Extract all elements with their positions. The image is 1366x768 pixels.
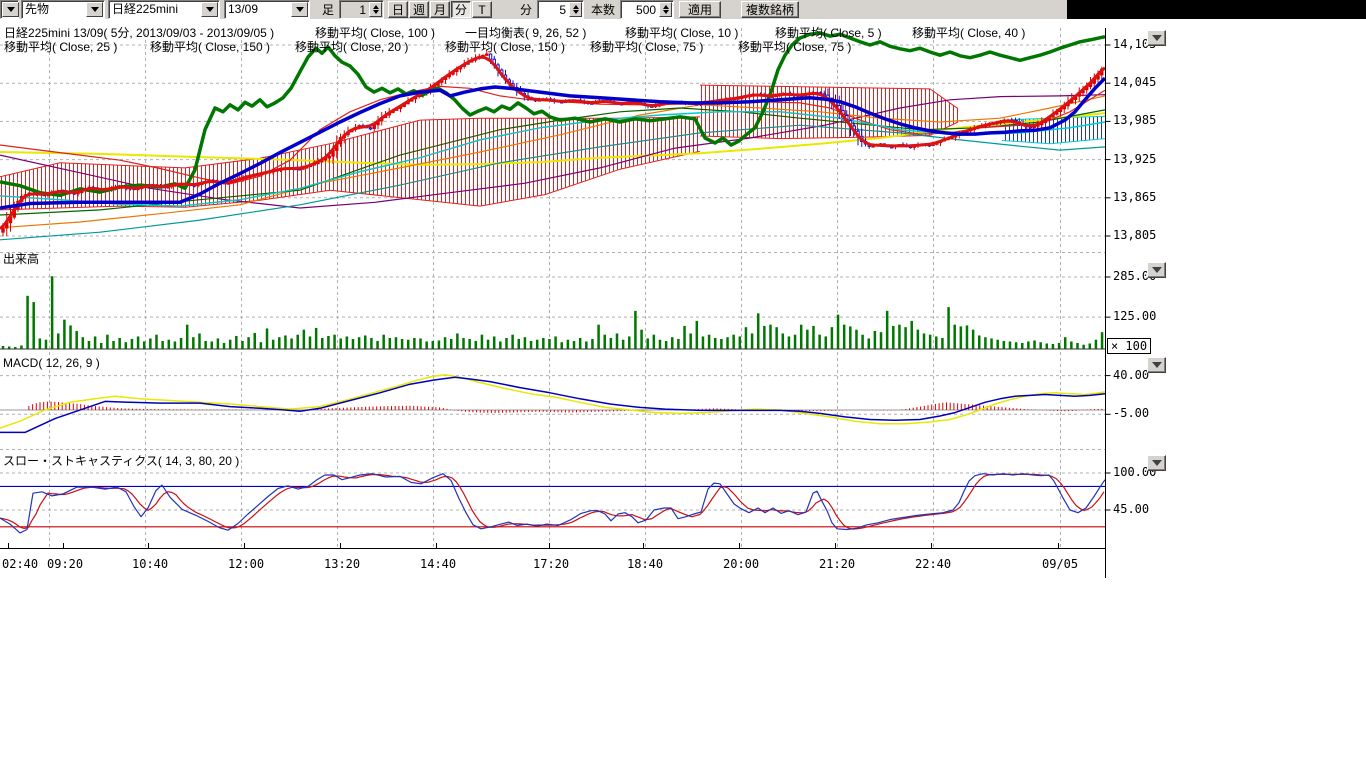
- legend-item: 移動平均( Close, 150 ): [150, 41, 270, 54]
- legend-item: 移動平均( Close, 25 ): [4, 41, 117, 54]
- period-button-T[interactable]: T: [472, 1, 492, 18]
- chevron-down-icon: [1152, 362, 1162, 368]
- chevron-down-icon: [1152, 35, 1162, 41]
- time-tick-label: 14:40: [420, 558, 456, 571]
- chevron-down-icon[interactable]: [291, 2, 308, 17]
- toolbar-background: 先物 日経225mini 13/09 足 1 日週月分T 分: [0, 0, 1366, 19]
- volume-multiplier-badge: × 100: [1107, 338, 1151, 354]
- legend-item: 移動平均( Close, 40 ): [912, 27, 1025, 40]
- minutes-value: 5: [538, 3, 568, 17]
- stoch-tick-label: 45.00: [1113, 503, 1149, 516]
- bar-interval-value: 1: [340, 3, 368, 17]
- apply-button[interactable]: 適用: [679, 1, 721, 18]
- macd-axis-menu-button[interactable]: [1147, 357, 1166, 373]
- multi-symbol-button[interactable]: 複数銘柄: [741, 1, 799, 18]
- price-axis-menu-button[interactable]: [1147, 30, 1166, 46]
- chevron-down-icon[interactable]: [86, 2, 103, 17]
- price-tick-label: 13,985: [1113, 114, 1156, 127]
- time-tick-label: 10:40: [132, 558, 168, 571]
- price-tick-label: 13,925: [1113, 153, 1156, 166]
- period-button-group: 日週月分T: [388, 1, 492, 18]
- minutes-stepper[interactable]: 5: [537, 0, 584, 19]
- macd-tick-label: 40.00: [1113, 369, 1149, 382]
- macd-tick-label: -5.00: [1113, 407, 1149, 420]
- symbol-select[interactable]: 日経225mini: [108, 0, 220, 19]
- bar-label: 足: [320, 1, 336, 18]
- minutes-label: 分: [518, 1, 534, 18]
- app-window: { "toolbar": { "pane_collapse": "▼", "ca…: [0, 0, 1366, 768]
- time-tick-label: 18:40: [627, 558, 663, 571]
- time-tick-label: 09/05: [1042, 558, 1078, 571]
- stoch-panel-title: スロー・ストキャスティクス( 14, 3, 80, 20 ): [3, 455, 239, 468]
- time-tick-label: 13:20: [324, 558, 360, 571]
- chevron-down-icon: [1152, 267, 1162, 273]
- contract-select[interactable]: 13/09: [224, 0, 310, 19]
- legend-item: 移動平均( Close, 10 ): [625, 27, 738, 40]
- spinner-arrows-icon[interactable]: [369, 2, 382, 17]
- macd-panel-title: MACD( 12, 26, 9 ): [3, 357, 100, 370]
- stoch-axis-menu-button[interactable]: [1147, 455, 1166, 471]
- count-value: 500: [621, 3, 658, 17]
- volume-panel-title: 出来高: [3, 253, 39, 266]
- count-label: 本数: [589, 1, 617, 18]
- price-tick-label: 14,045: [1113, 76, 1156, 89]
- price-tick-label: 13,865: [1113, 191, 1156, 204]
- time-tick-label: 09:20: [47, 558, 83, 571]
- legend-item: 移動平均( Close, 20 ): [295, 41, 408, 54]
- contract-value: 13/09: [225, 2, 290, 17]
- chevron-down-icon[interactable]: [2, 2, 19, 17]
- price-tick-label: 13,805: [1113, 229, 1156, 242]
- pane-collapse-button[interactable]: [0, 0, 19, 19]
- time-tick-label: 02:40: [2, 558, 38, 571]
- legend-item: 移動平均( Close, 5 ): [775, 27, 882, 40]
- time-tick-label: 12:00: [228, 558, 264, 571]
- legend-item: 一目均衡表( 9, 26, 52 ): [465, 27, 586, 40]
- time-tick-label: 20:00: [723, 558, 759, 571]
- category-select[interactable]: 先物: [21, 0, 105, 19]
- period-button-月[interactable]: 月: [430, 1, 450, 18]
- bar-interval-stepper[interactable]: 1: [339, 0, 384, 19]
- category-value: 先物: [22, 2, 85, 17]
- count-stepper[interactable]: 500: [620, 0, 674, 19]
- spinner-arrows-icon[interactable]: [569, 2, 582, 17]
- period-button-日[interactable]: 日: [388, 1, 408, 18]
- chevron-down-icon[interactable]: [201, 2, 218, 17]
- time-tick-label: 21:20: [819, 558, 855, 571]
- legend-item: 移動平均( Close, 150 ): [445, 41, 565, 54]
- chevron-down-icon: [1152, 460, 1162, 466]
- volume-tick-label: 125.00: [1113, 310, 1156, 323]
- time-tick-label: 17:20: [533, 558, 569, 571]
- symbol-value: 日経225mini: [109, 2, 200, 17]
- legend-item: 移動平均( Close, 75 ): [590, 41, 703, 54]
- time-tick-label: 22:40: [915, 558, 951, 571]
- period-button-分[interactable]: 分: [451, 1, 471, 18]
- legend-item: 移動平均( Close, 100 ): [315, 27, 435, 40]
- chart-canvas[interactable]: [0, 0, 1366, 768]
- period-button-週[interactable]: 週: [409, 1, 429, 18]
- legend-item: 日経225mini 13/09( 5分, 2013/09/03 - 2013/0…: [4, 27, 274, 40]
- toolbar: 先物 日経225mini 13/09 足 1 日週月分T 分: [0, 0, 1067, 19]
- volume-axis-menu-button[interactable]: [1147, 262, 1166, 278]
- legend-item: 移動平均( Close, 75 ): [738, 41, 851, 54]
- spinner-arrows-icon[interactable]: [659, 2, 672, 17]
